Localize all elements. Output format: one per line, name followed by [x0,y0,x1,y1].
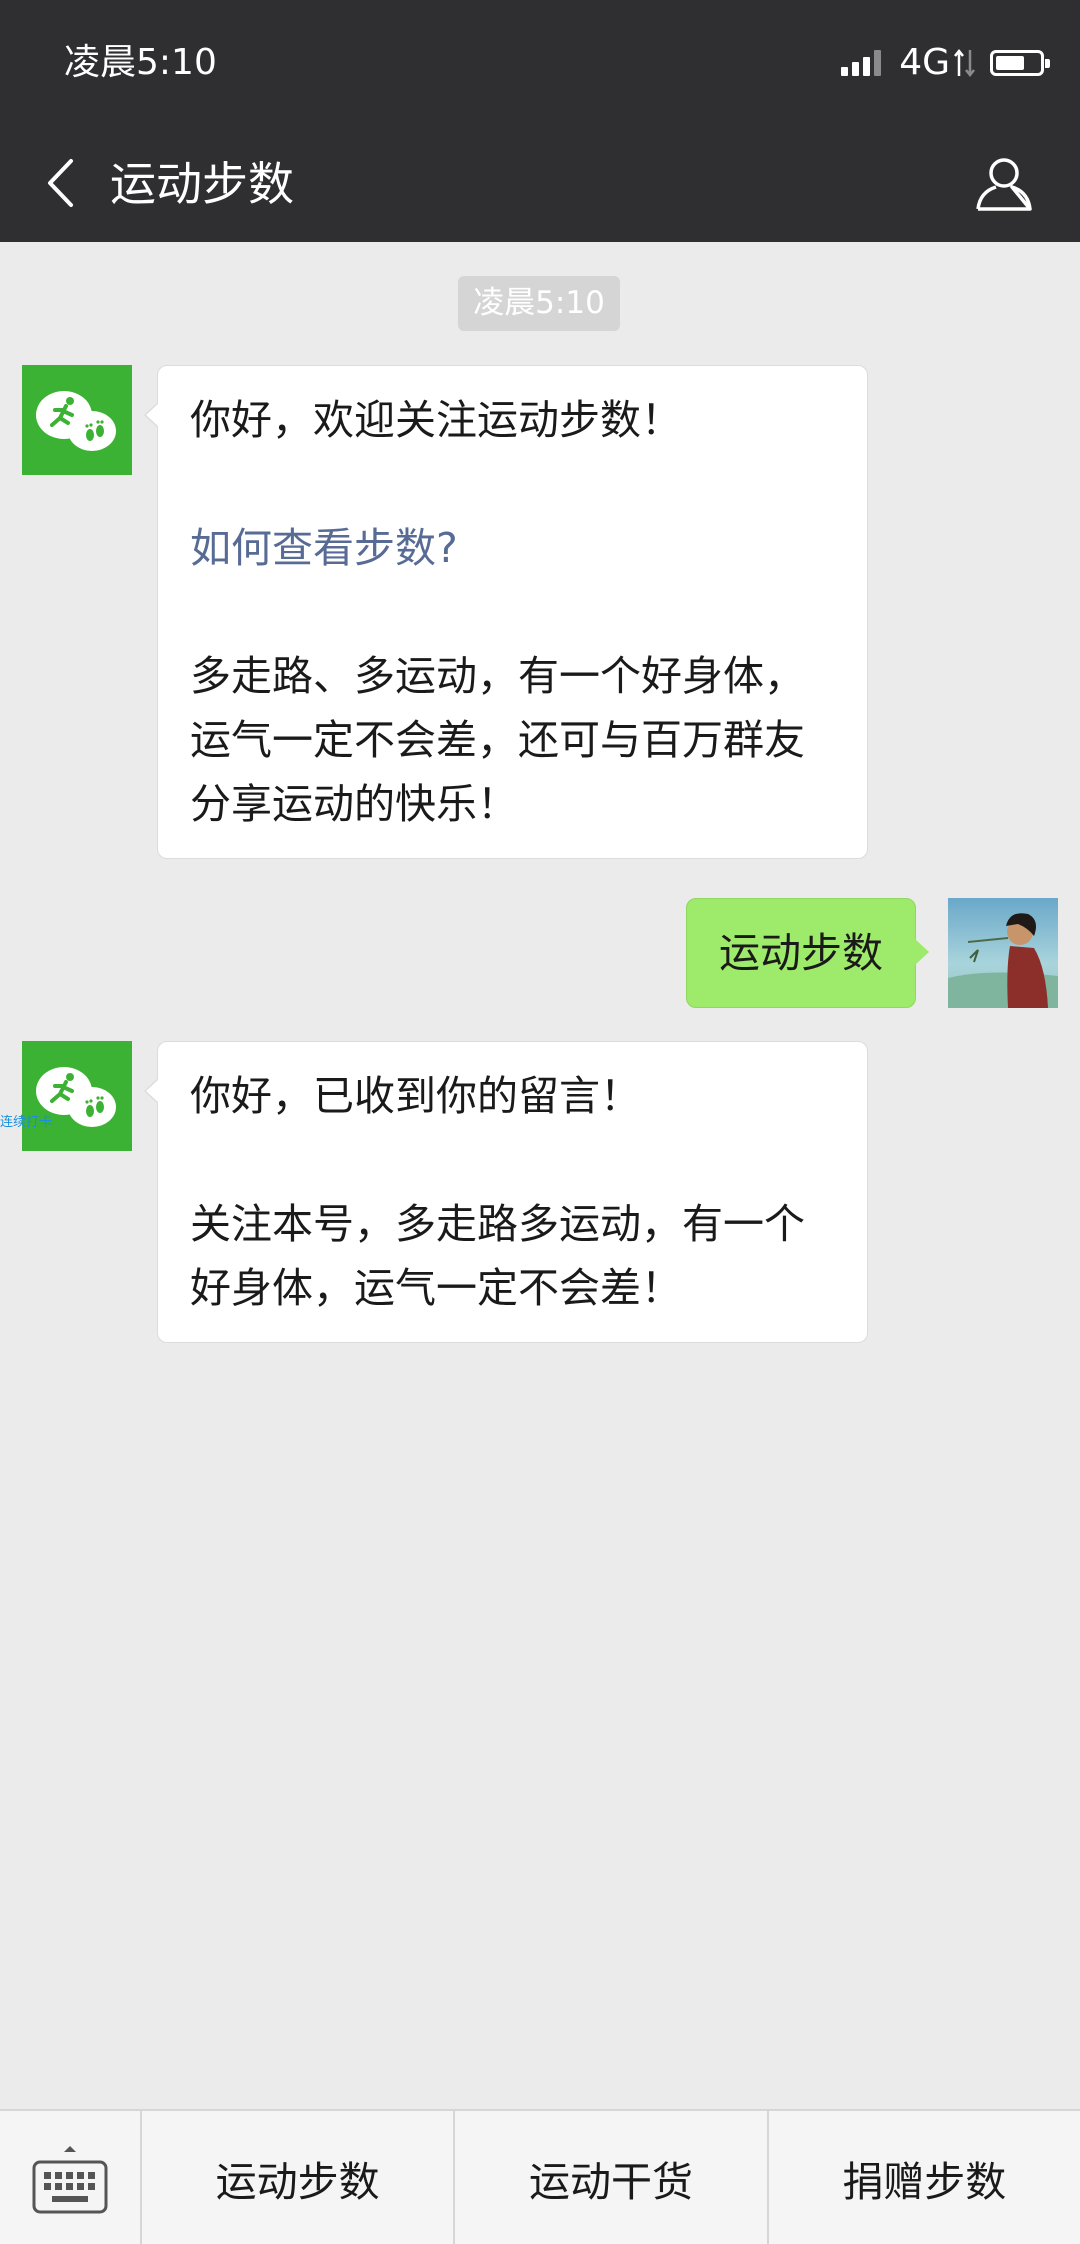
nav-bar: 运动步数 [0,125,1080,242]
bot-message-reply: 你好，已收到你的留言！ 关注本号，多走路多运动，有一个好身体，运气一定不会差！ [144,1041,868,1343]
user-avatar-image [948,898,1058,1008]
message-greeting: 你好，欢迎关注运动步数！ [190,396,682,444]
menu-item-donate-steps[interactable]: 捐赠步数 [769,2111,1080,2244]
data-transfer-icon [954,48,975,78]
overlay-label: 连续打卡 [0,1115,53,1130]
bot-avatar[interactable] [22,365,132,475]
back-button[interactable] [30,147,90,219]
menu-item-steps[interactable]: 运动步数 [142,2111,456,2244]
message-body: 关注本号，多走路多运动，有一个好身体，运气一定不会差！ [190,1200,805,1312]
message-body: 多走路、多运动，有一个好身体，运气一定不会差，还可与百万群友分享运动的快乐！ [190,652,805,828]
menu-item-tips[interactable]: 运动干货 [455,2111,769,2244]
network-label: 4G [899,42,950,83]
status-indicators: 4G [841,40,1050,86]
status-time: 凌晨5:10 [64,42,217,83]
user-avatar[interactable] [948,898,1058,1008]
timestamp-chip: 凌晨5:10 [458,276,620,331]
signal-icon [841,50,885,76]
bot-message-welcome: 你好，欢迎关注运动步数！ 如何查看步数? 多走路、多运动，有一个好身体，运气一定… [144,365,868,859]
status-bar: 凌晨5:10 4G [0,0,1080,125]
keyboard-toggle-button[interactable] [0,2111,142,2244]
bot-avatar[interactable] [22,1041,132,1151]
runner-footprint-logo-icon [36,391,116,451]
how-to-view-steps-link[interactable]: 如何查看步数? [190,516,837,580]
page-title: 运动步数 [110,157,294,211]
user-message: 运动步数 [686,898,929,1008]
bottom-menu: 运动步数 运动干货 捐赠步数 [0,2109,1080,2244]
chevron-left-icon [48,159,73,207]
keyboard-icon [32,2145,108,2213]
chat-area[interactable]: 凌晨5:10 你好，欢迎关注运动步数！ 如何查看步数? 多走路、多运动，有一个好… [0,242,1080,2109]
chat-screen: 凌晨5:10 4G 运动步数 凌晨5:10 你好，欢迎关注运动步数！ 如何查看步… [0,0,1080,2244]
battery-icon [990,50,1050,76]
profile-button[interactable] [968,147,1040,219]
message-greeting: 你好，已收到你的留言！ [190,1072,641,1120]
person-icon [976,158,1032,211]
